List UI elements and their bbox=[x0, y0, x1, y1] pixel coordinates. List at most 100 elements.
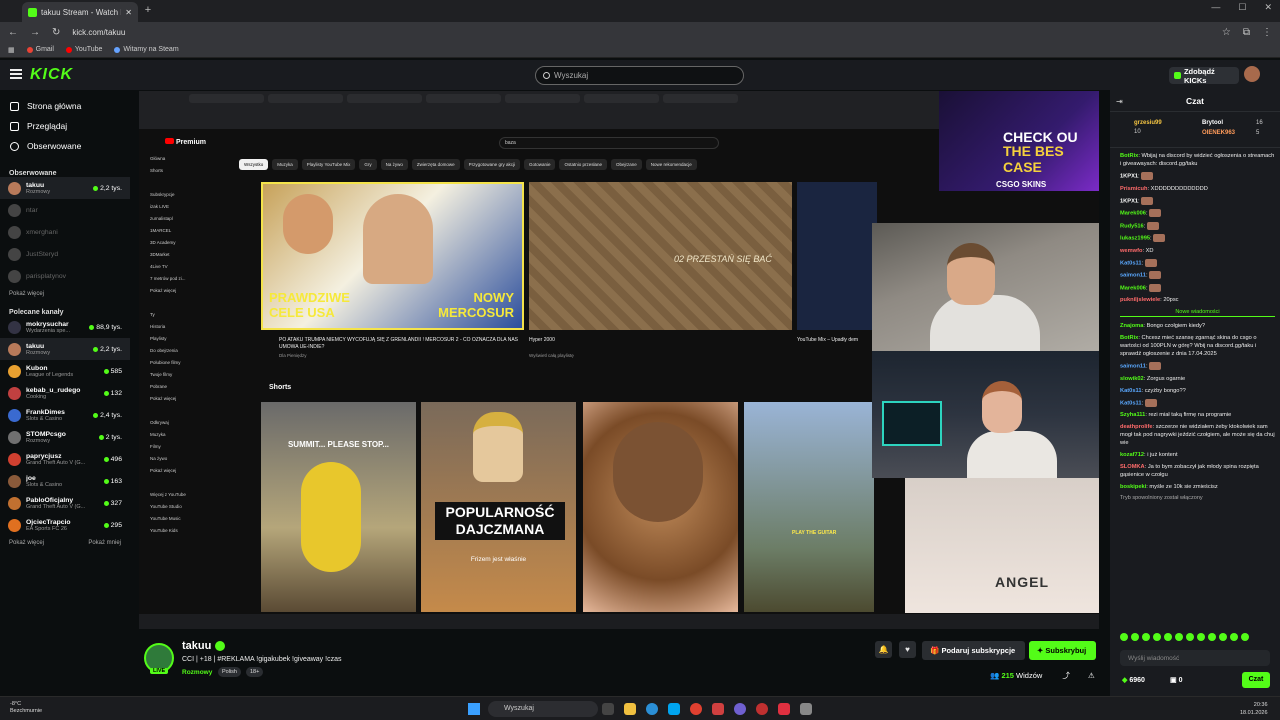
emote-icon[interactable] bbox=[1186, 633, 1194, 641]
chat-username[interactable]: Kat0s11 bbox=[1120, 388, 1142, 394]
channel-name[interactable]: takuu bbox=[182, 640, 211, 652]
emote-icon[interactable] bbox=[1120, 633, 1128, 641]
chat-username[interactable]: Prismicuh bbox=[1120, 186, 1148, 192]
recommended-channel[interactable]: joe Slots & Casino 163 bbox=[0, 470, 130, 492]
emote-icon[interactable] bbox=[1208, 633, 1216, 641]
chat-username[interactable]: saimon11 bbox=[1120, 273, 1146, 279]
chat-username[interactable]: BotRix bbox=[1120, 153, 1138, 159]
chat-username[interactable]: Znajoma bbox=[1120, 323, 1143, 329]
chat-username[interactable]: SLOMKA bbox=[1120, 464, 1145, 470]
chat-username[interactable]: wemwfo bbox=[1120, 248, 1142, 254]
apps-icon[interactable]: ▦ bbox=[8, 46, 15, 54]
share-icon[interactable]: ⤴ bbox=[1062, 671, 1070, 680]
tag-age[interactable]: 18+ bbox=[246, 667, 264, 677]
chat-username[interactable]: 1KPX1 bbox=[1120, 198, 1138, 204]
browser-menu-icon[interactable]: ⋮ bbox=[1262, 27, 1272, 38]
followed-show-more[interactable]: Pokaż więcej bbox=[0, 287, 130, 301]
chat-username[interactable]: saimon11 bbox=[1120, 364, 1146, 370]
edge-icon[interactable] bbox=[646, 703, 658, 715]
emote-icon[interactable] bbox=[1197, 633, 1205, 641]
close-window-icon[interactable]: ✕ bbox=[1264, 2, 1272, 13]
followed-channel[interactable]: parisplatynov bbox=[0, 265, 130, 287]
chat-username[interactable]: 1KPX1 bbox=[1120, 174, 1138, 180]
followed-channel[interactable]: ntar bbox=[0, 199, 130, 221]
bookmark-star-icon[interactable]: ☆ bbox=[1222, 27, 1231, 38]
minimize-icon[interactable]: — bbox=[1211, 2, 1220, 13]
recommended-channel[interactable]: kebab_u_rudego Cooking 132 bbox=[0, 382, 130, 404]
store-icon[interactable] bbox=[668, 703, 680, 715]
app-icon[interactable] bbox=[756, 703, 768, 715]
follow-button[interactable]: ♥ bbox=[899, 641, 916, 658]
tab-close-icon[interactable]: ✕ bbox=[125, 8, 132, 17]
bookmark-steam[interactable]: Witamy na Steam bbox=[114, 46, 179, 53]
search-input[interactable]: Wyszukaj bbox=[535, 66, 744, 85]
chat-username[interactable]: Szyha111 bbox=[1120, 412, 1145, 418]
url-field[interactable]: kick.com/takuu bbox=[72, 28, 1210, 37]
nav-following[interactable]: Obserwowane bbox=[0, 136, 130, 156]
chat-send-button[interactable]: Czat bbox=[1242, 672, 1270, 688]
recommended-channel[interactable]: OjciecTrapcio EA Sports FC 26 295 bbox=[0, 514, 130, 536]
recommended-channel[interactable]: FrankDimes Slots & Casino 2,4 tys. bbox=[0, 404, 130, 426]
chrome-icon[interactable] bbox=[690, 703, 702, 715]
followed-channel[interactable]: xmerghani bbox=[0, 221, 130, 243]
emote-icon[interactable] bbox=[1230, 633, 1238, 641]
taskbar-search[interactable]: Wyszukaj bbox=[488, 701, 598, 717]
back-icon[interactable]: ← bbox=[8, 27, 18, 38]
emote-icon[interactable] bbox=[1219, 633, 1227, 641]
extensions-icon[interactable]: ⧉ bbox=[1243, 27, 1250, 38]
followed-channel[interactable]: JustSteryd bbox=[0, 243, 130, 265]
windows-start-icon[interactable] bbox=[468, 703, 480, 715]
recommended-show-less[interactable]: Pokaż mniej bbox=[88, 540, 121, 546]
report-icon[interactable]: ⚠ bbox=[1088, 671, 1095, 680]
app-icon[interactable] bbox=[778, 703, 790, 715]
emote-icon[interactable] bbox=[1153, 633, 1161, 641]
chat-username[interactable]: Rudy516 bbox=[1120, 223, 1144, 229]
followed-channel[interactable]: takuu Rozmowy 2,2 tys. bbox=[0, 177, 130, 199]
bookmark-gmail[interactable]: Gmail bbox=[26, 46, 54, 53]
file-explorer-icon[interactable] bbox=[624, 703, 636, 715]
app-icon[interactable] bbox=[712, 703, 724, 715]
browser-tab[interactable]: takuu Stream - Watch Live ✕ bbox=[22, 2, 138, 22]
chat-username[interactable]: pukniljslewiele bbox=[1120, 297, 1160, 303]
chat-username[interactable]: Marek006 bbox=[1120, 211, 1146, 217]
nav-browse[interactable]: Przeglądaj bbox=[0, 116, 130, 136]
recommended-channel[interactable]: mokrysuchar Wydarzenia spe... 88,9 tys. bbox=[0, 316, 130, 338]
recommended-channel[interactable]: takuu Rozmowy 2,2 tys. bbox=[0, 338, 130, 360]
stream-category[interactable]: Rozmowy bbox=[182, 669, 212, 676]
discord-icon[interactable] bbox=[734, 703, 746, 715]
subscribe-button[interactable]: ✦ Subskrybuj bbox=[1029, 641, 1096, 660]
emote-icon[interactable] bbox=[1131, 633, 1139, 641]
taskbar-clock[interactable]: 20:36 18.01.2026 bbox=[1240, 701, 1268, 717]
chat-username[interactable]: lukasz1995 bbox=[1120, 236, 1150, 242]
chat-username[interactable]: kozaf712 bbox=[1120, 452, 1144, 458]
chat-username[interactable]: Marek006 bbox=[1120, 285, 1146, 291]
nav-home[interactable]: Strona główna bbox=[0, 96, 130, 116]
gift-subs-button[interactable]: 🎁 Podaruj subskrypcje bbox=[922, 641, 1025, 660]
bookmark-youtube[interactable]: YouTube bbox=[65, 46, 102, 53]
reload-icon[interactable]: ↻ bbox=[52, 27, 60, 38]
stream-video-player[interactable]: Premium baza Wszystko Muzyka Playlisty You… bbox=[139, 91, 1099, 629]
maximize-icon[interactable]: ☐ bbox=[1238, 2, 1246, 13]
hamburger-menu-icon[interactable] bbox=[10, 69, 22, 79]
task-view-icon[interactable] bbox=[602, 703, 614, 715]
chat-username[interactable]: boskipeki bbox=[1120, 484, 1146, 490]
recommended-channel[interactable]: STOMPcsgo Rozmowy 2 tys. bbox=[0, 426, 130, 448]
app-icon[interactable] bbox=[800, 703, 812, 715]
emote-icon[interactable] bbox=[1175, 633, 1183, 641]
notifications-button[interactable]: 🔔 bbox=[875, 641, 892, 658]
recommended-channel[interactable]: Kubon League of Legends 585 bbox=[0, 360, 130, 382]
chat-username[interactable]: BotRix bbox=[1120, 335, 1138, 341]
kick-logo[interactable]: KICK bbox=[30, 66, 73, 84]
emote-icon[interactable] bbox=[1142, 633, 1150, 641]
emote-icon[interactable] bbox=[1241, 633, 1249, 641]
chat-input[interactable]: Wyślij wiadomość bbox=[1120, 650, 1270, 666]
chat-username[interactable]: Kat0s11 bbox=[1120, 400, 1142, 406]
forward-icon[interactable]: → bbox=[30, 27, 40, 38]
recommended-channel[interactable]: paprycjusz Grand Theft Auto V (G... 496 bbox=[0, 448, 130, 470]
user-avatar[interactable] bbox=[1244, 66, 1260, 82]
chat-username[interactable]: Kat0s11 bbox=[1120, 260, 1142, 266]
get-kicks-button[interactable]: Zdobądź KICKs bbox=[1169, 67, 1239, 85]
weather-widget[interactable]: -8°C Bezchmurnie bbox=[10, 701, 42, 715]
tag-language[interactable]: Polish bbox=[218, 667, 241, 677]
emote-icon[interactable] bbox=[1164, 633, 1172, 641]
